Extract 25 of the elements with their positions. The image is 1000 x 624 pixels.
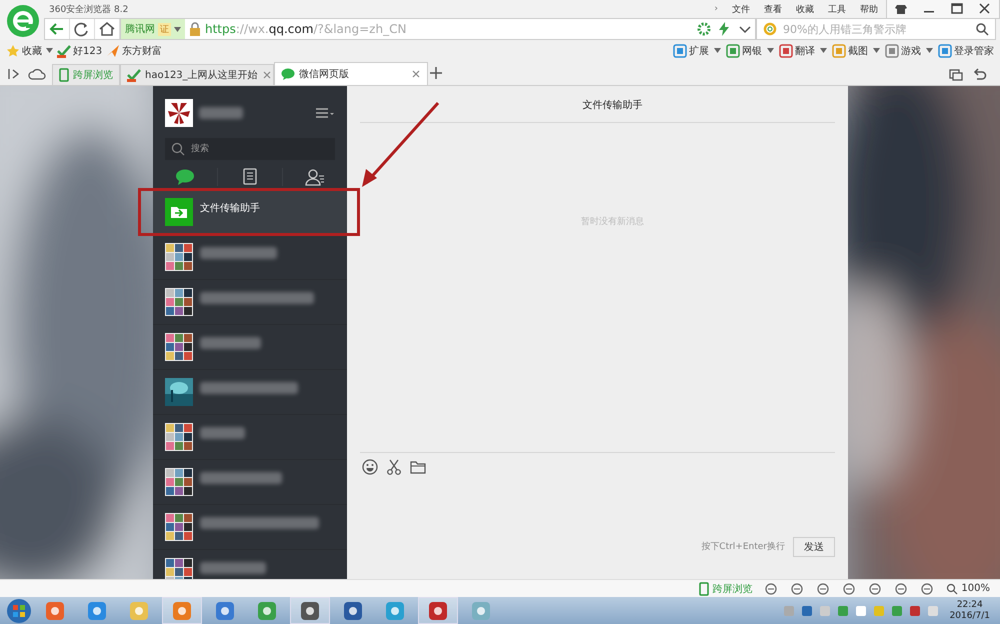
toolbar-button[interactable]: 扩展 xyxy=(673,44,709,58)
bookmark[interactable]: 收藏 xyxy=(6,44,42,58)
browser-tab[interactable]: 微信网页版 xyxy=(274,62,428,85)
chevron-button[interactable]: › xyxy=(714,4,718,14)
menu-item[interactable]: 帮助 xyxy=(860,2,878,16)
toolbar-button[interactable]: 截图 xyxy=(832,44,868,58)
menu-item[interactable]: 工具 xyxy=(828,2,846,16)
site-name: 腾讯网 xyxy=(125,22,155,36)
browser-tab[interactable]: hao123_上网从这里开始 xyxy=(120,64,274,85)
zoom-control[interactable]: 100% xyxy=(946,582,990,595)
certificate-badge: 证 xyxy=(158,22,171,36)
toolbar-button[interactable]: 登录管家 xyxy=(938,44,994,58)
window-title: 360安全浏览器 8.2 xyxy=(49,4,128,16)
toolbar-button[interactable]: 翻译 xyxy=(779,44,815,58)
bookmark[interactable]: 好123 xyxy=(57,44,102,58)
site-badge[interactable]: 腾讯网 证 xyxy=(121,19,185,39)
toolbar-button[interactable]: 游戏 xyxy=(885,44,921,58)
address-bar[interactable]: 腾讯网 证 https://wx.qq.com/?&lang=zh_CN xyxy=(121,18,756,40)
toolbar-button[interactable]: 网银 xyxy=(726,44,762,58)
menu-item[interactable]: 查看 xyxy=(764,2,782,16)
menu-item[interactable]: 文件 xyxy=(732,2,750,16)
clock[interactable]: 22:24 2016/7/1 xyxy=(950,600,990,622)
menu-item[interactable]: 收藏 xyxy=(796,2,814,16)
url-text[interactable]: https://wx.qq.com/?&lang=zh_CN xyxy=(205,22,406,36)
bookmark[interactable]: 东方财富 xyxy=(106,44,162,58)
